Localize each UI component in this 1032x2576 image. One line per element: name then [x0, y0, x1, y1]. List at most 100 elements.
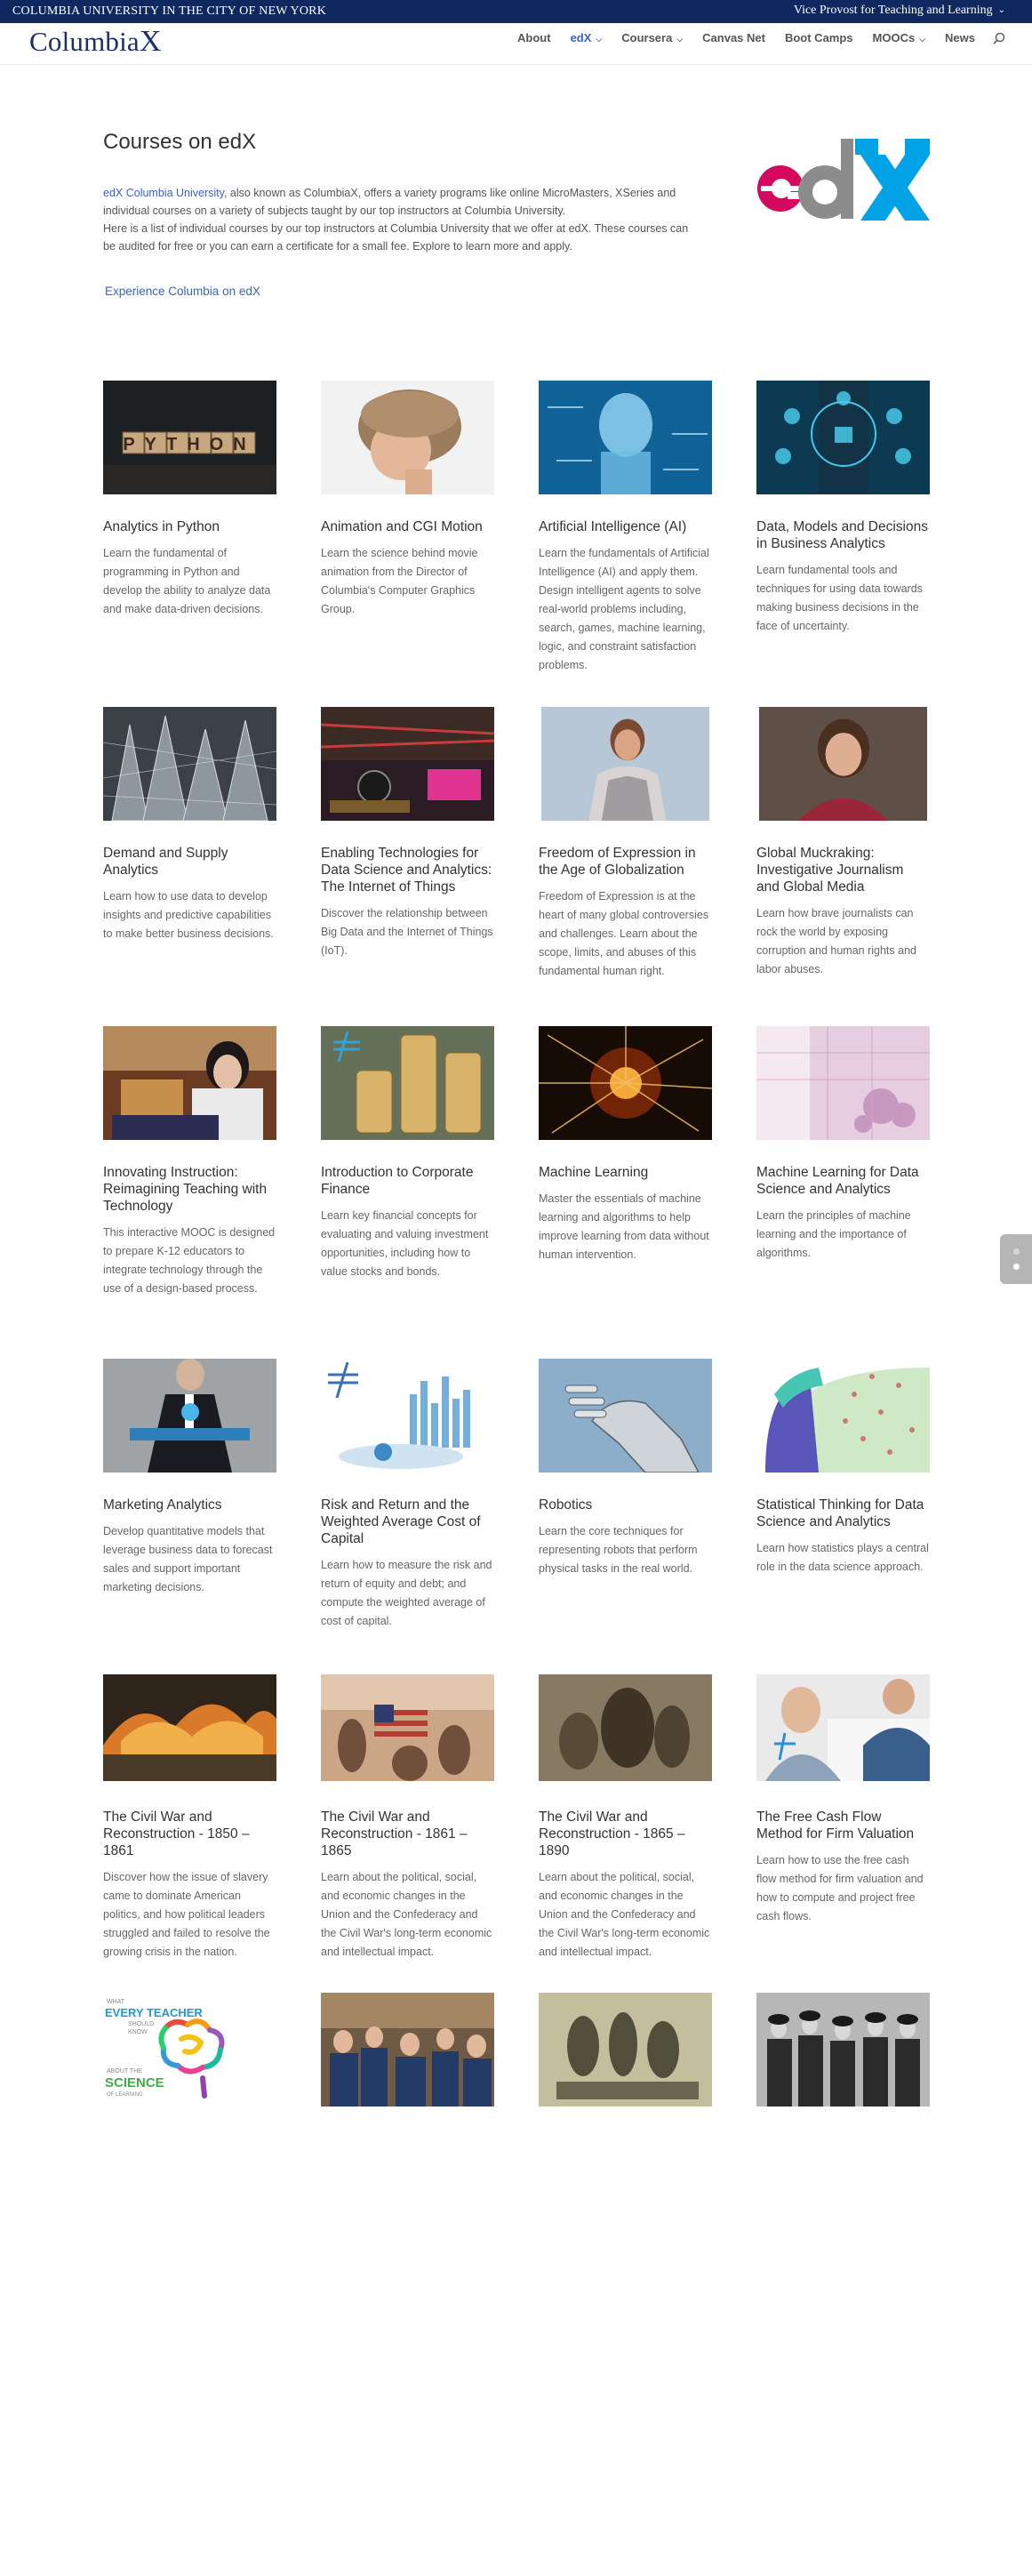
course-card[interactable]: The Civil War and Reconstruction - 1850 … [103, 1671, 276, 1962]
course-thumbnail[interactable] [756, 1671, 930, 1785]
nav-coursera[interactable]: Coursera ⌵ [621, 31, 683, 44]
course-thumbnail[interactable] [321, 1026, 494, 1140]
course-card[interactable]: The Civil War and Reconstruction - 1865 … [539, 1671, 712, 1962]
course-card[interactable]: PYTHON Analytics in Python Learn the fun… [103, 381, 276, 619]
course-thumbnail[interactable] [756, 1026, 930, 1140]
nav-moocs[interactable]: MOOCs ⌵ [873, 31, 926, 44]
course-description: Learn how statistics plays a central rol… [756, 1542, 929, 1573]
course-thumbnail[interactable] [756, 381, 930, 494]
teacher-book-text: ABOUT THE [107, 2068, 142, 2074]
course-card[interactable]: The Free Cash Flow Method for Firm Valua… [756, 1671, 930, 1926]
nav-edx[interactable]: edX ⌵ [571, 31, 603, 44]
course-title[interactable]: Innovating Instruction: Reimagining Teac… [103, 1164, 276, 1215]
course-description: Discover the relationship between Big Da… [321, 907, 493, 957]
course-title[interactable]: The Civil War and Reconstruction - 1850 … [103, 1809, 276, 1859]
course-title[interactable]: Risk and Return and the Weighted Average… [321, 1497, 494, 1547]
course-card[interactable]: Artificial Intelligence (AI) Learn the f… [539, 381, 712, 675]
course-thumbnail[interactable] [539, 1993, 712, 2107]
course-title[interactable]: Global Muckraking: Investigative Journal… [756, 845, 930, 895]
course-title[interactable]: Analytics in Python [103, 518, 276, 535]
course-card[interactable]: Machine Learning for Data Science and An… [756, 1026, 930, 1263]
nav-boot-camps[interactable]: Boot Camps [785, 31, 853, 44]
course-thumbnail[interactable] [321, 707, 494, 821]
nav-about[interactable]: About [517, 31, 551, 44]
course-thumbnail[interactable]: PYTHON [103, 381, 276, 494]
course-title[interactable]: The Civil War and Reconstruction - 1861 … [321, 1809, 494, 1859]
course-card[interactable] [539, 1993, 712, 2107]
course-title[interactable]: Marketing Analytics [103, 1497, 276, 1513]
course-thumbnail[interactable] [756, 1993, 930, 2107]
university-name[interactable]: COLUMBIA UNIVERSITY IN THE CITY OF NEW Y… [12, 4, 326, 19]
course-card[interactable]: Freedom of Expression in the Age of Glob… [539, 707, 712, 981]
course-thumbnail[interactable] [539, 1359, 712, 1473]
teacher-book-text: OF LEARNING [107, 2092, 143, 2098]
course-card[interactable]: Demand and Supply Analytics Learn how to… [103, 707, 276, 943]
vice-provost-label: Vice Provost for Teaching and Learning [793, 4, 993, 17]
course-thumbnail[interactable] [321, 1359, 494, 1473]
course-thumbnail[interactable] [756, 1359, 930, 1473]
course-card[interactable]: The Civil War and Reconstruction - 1861 … [321, 1671, 494, 1962]
course-card[interactable]: Robotics Learn the core techniques for r… [539, 1359, 712, 1578]
course-card[interactable]: WHAT EVERY TEACHER SHOULD KNOW ABOUT THE… [103, 1993, 276, 2107]
course-card[interactable] [321, 1993, 494, 2107]
course-card[interactable]: Animation and CGI Motion Learn the scien… [321, 381, 494, 619]
course-title[interactable]: The Civil War and Reconstruction - 1865 … [539, 1809, 712, 1859]
course-title[interactable]: Enabling Technologies for Data Science a… [321, 845, 494, 895]
course-thumbnail[interactable] [539, 1671, 712, 1785]
course-title[interactable]: Machine Learning for Data Science and An… [756, 1164, 930, 1198]
course-card[interactable]: Enabling Technologies for Data Science a… [321, 707, 494, 960]
columbiax-logo[interactable]: ColumbiaX [29, 25, 162, 59]
experience-columbia-link[interactable]: Experience Columbia on edX [105, 285, 260, 298]
nav-canvas-net[interactable]: Canvas Net [702, 31, 765, 44]
course-title[interactable]: Data, Models and Decisions in Business A… [756, 518, 930, 552]
section-dot[interactable] [1013, 1264, 1020, 1270]
course-thumbnail[interactable] [321, 381, 494, 494]
course-card[interactable]: Data, Models and Decisions in Business A… [756, 381, 930, 636]
course-description: Freedom of Expression is at the heart of… [539, 890, 709, 977]
course-card[interactable]: Innovating Instruction: Reimagining Teac… [103, 1026, 276, 1298]
course-thumbnail[interactable]: WHAT EVERY TEACHER SHOULD KNOW ABOUT THE… [103, 1993, 276, 2107]
course-title[interactable]: Demand and Supply Analytics [103, 845, 276, 879]
course-thumbnail[interactable] [539, 1026, 712, 1140]
course-thumbnail[interactable] [321, 1671, 494, 1785]
course-title[interactable]: Introduction to Corporate Finance [321, 1164, 494, 1198]
course-title[interactable]: Machine Learning [539, 1164, 712, 1181]
course-description: Learn key financial concepts for evaluat… [321, 1209, 489, 1278]
search-icon[interactable] [993, 32, 1005, 44]
intro-text-2: Here is a list of individual courses by … [103, 222, 689, 253]
course-thumbnail[interactable] [103, 1026, 276, 1140]
course-title[interactable]: Robotics [539, 1497, 712, 1513]
course-description: Learn the fundamental of programming in … [103, 547, 271, 615]
course-thumbnail[interactable] [539, 381, 712, 494]
course-card[interactable]: Introduction to Corporate Finance Learn … [321, 1026, 494, 1281]
course-card[interactable]: Global Muckraking: Investigative Journal… [756, 707, 930, 979]
course-thumbnail[interactable] [103, 1359, 276, 1473]
course-card[interactable]: Marketing Analytics Develop quantitative… [103, 1359, 276, 1597]
course-description: Learn fundamental tools and techniques f… [756, 564, 923, 632]
course-description: Develop quantitative models that leverag… [103, 1525, 273, 1593]
vice-provost-menu[interactable]: Vice Provost for Teaching and Learning ⌄ [794, 4, 1005, 18]
course-description: Learn the core techniques for representi… [539, 1525, 698, 1575]
nav-news[interactable]: News [945, 31, 975, 44]
python-blocks-text: PYTHON [123, 435, 255, 454]
course-card[interactable]: Risk and Return and the Weighted Average… [321, 1359, 494, 1631]
edx-columbia-link[interactable]: edX Columbia University [103, 187, 224, 199]
course-title[interactable]: Freedom of Expression in the Age of Glob… [539, 845, 712, 879]
course-title[interactable]: The Free Cash Flow Method for Firm Valua… [756, 1809, 930, 1842]
section-dot[interactable] [1013, 1248, 1020, 1255]
course-thumbnail[interactable] [103, 1671, 276, 1785]
course-title[interactable]: Animation and CGI Motion [321, 518, 494, 535]
course-thumbnail[interactable] [321, 1993, 494, 2107]
course-description: Master the essentials of machine learnin… [539, 1192, 709, 1261]
chevron-down-icon: ⌵ [596, 35, 603, 44]
course-thumbnail[interactable] [539, 707, 712, 821]
course-title[interactable]: Artificial Intelligence (AI) [539, 518, 712, 535]
course-title[interactable]: Statistical Thinking for Data Science an… [756, 1497, 930, 1530]
course-thumbnail[interactable] [103, 707, 276, 821]
course-thumbnail[interactable] [756, 707, 930, 821]
teacher-book-text: EVERY TEACHER [105, 2006, 203, 2019]
course-card[interactable]: Statistical Thinking for Data Science an… [756, 1359, 930, 1577]
section-dot-navigation [1000, 1234, 1032, 1284]
course-card[interactable] [756, 1993, 930, 2107]
course-card[interactable]: Machine Learning Master the essentials o… [539, 1026, 712, 1264]
